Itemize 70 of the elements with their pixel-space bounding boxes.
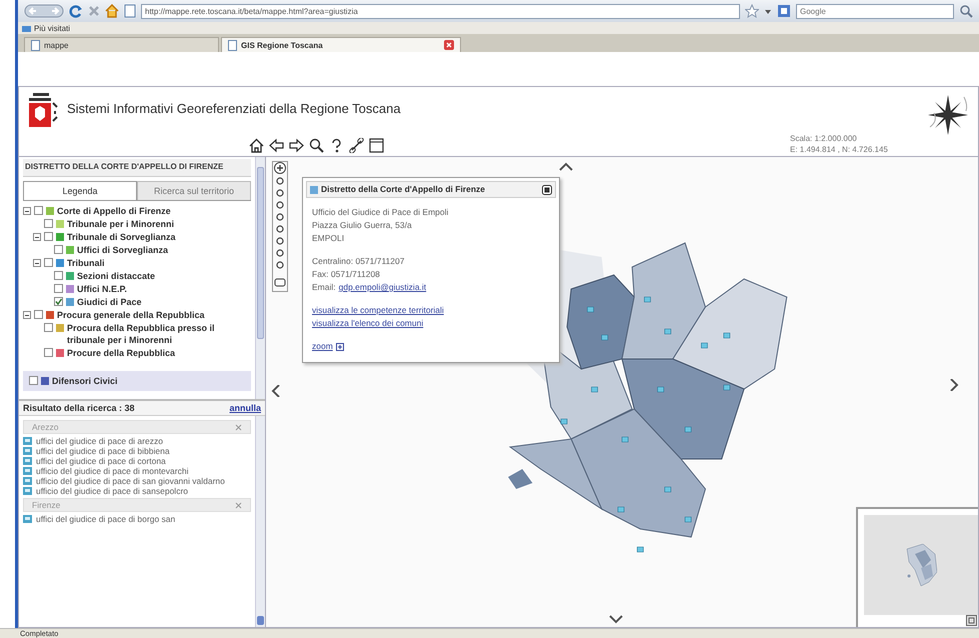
layer-checkbox[interactable]	[54, 297, 63, 306]
layer-checkbox[interactable]	[44, 232, 53, 241]
bookmark-icon	[22, 24, 31, 32]
result-link[interactable]: uffici del giudice di pace di cortona	[36, 456, 166, 466]
layer-checkbox[interactable]	[34, 310, 43, 319]
layer-label: Procura generale della Repubblica	[57, 309, 205, 321]
back-forward-icon[interactable]	[24, 3, 64, 19]
collapse-icon	[235, 502, 242, 508]
cancel-link[interactable]: annulla	[229, 403, 261, 413]
star-icon[interactable]	[745, 4, 759, 18]
layer-row[interactable]: Difensori Civici	[23, 371, 251, 391]
layer-label: Uffici N.E.P.	[77, 283, 127, 295]
app-title: Sistemi Informativi Georeferenziati della Regione Toscana	[67, 100, 402, 116]
page-icon	[124, 4, 136, 18]
layer-checkbox[interactable]	[44, 323, 53, 332]
result-link[interactable]: ufficio del giudice di pace di montevarchi	[36, 466, 188, 476]
layer-checkbox[interactable]	[44, 219, 53, 228]
scrollbar[interactable]	[255, 416, 265, 627]
panel-heading: DISTRETTO DELLA CORTE D'APPELLO DI FIRENZE	[23, 159, 251, 177]
layer-label: Tribunali	[67, 257, 105, 269]
layer-label: Tribunale di Sorveglianza	[67, 231, 176, 243]
result-link[interactable]: uffici del giudice di pace di borgo san	[36, 514, 176, 524]
panel-tab[interactable]: Legenda	[23, 181, 137, 200]
bookmark-link[interactable]: Più visitati	[34, 24, 70, 32]
layer-label: Corte di Appello di Firenze	[57, 205, 171, 217]
dropdown-icon[interactable]	[764, 7, 772, 15]
office-icon	[23, 515, 32, 523]
panel-tab[interactable]: Ricerca sul territorio	[137, 181, 251, 200]
window-icon[interactable]	[369, 138, 384, 153]
layer-checkbox[interactable]	[54, 245, 63, 254]
pan-left-icon[interactable]	[269, 138, 284, 153]
scale-label: Scala: 1:2.000.000	[790, 133, 858, 144]
result-link[interactable]: ufficio del giudice di pace di san giovanni valdarno	[36, 476, 225, 486]
check-icon	[55, 298, 62, 305]
search-icon[interactable]	[309, 138, 324, 153]
page-icon	[31, 40, 40, 50]
coordinates-label: E: 1.494.814 , N: 4.726.145	[790, 144, 889, 155]
layer-checkbox[interactable]	[54, 271, 63, 280]
layer-checkbox[interactable]	[29, 376, 38, 385]
search-field[interactable]: Google	[796, 4, 954, 18]
link-icon[interactable]	[349, 138, 364, 153]
layer-label: Tribunale per i Minorenni	[67, 218, 174, 230]
browser-tab[interactable]: GIS Regione Toscana	[221, 37, 461, 52]
result-link[interactable]: ufficio del giudice di pace di sansepolcro	[36, 486, 188, 496]
expand-toggle[interactable]	[23, 207, 31, 215]
layer-label: Difensori Civici	[52, 375, 118, 387]
home-icon[interactable]	[249, 138, 264, 153]
layer-checkbox[interactable]	[34, 206, 43, 215]
results-title: Risultato della ricerca : 38	[23, 403, 135, 413]
layer-label: Sezioni distaccate	[77, 270, 156, 282]
layer-label: Procura della Repubblica presso il tribunale per i Minorenni	[67, 322, 216, 346]
layer-label: Giudici di Pace	[77, 296, 142, 308]
browser-tab[interactable]: mappe	[24, 37, 219, 52]
collapse-icon	[235, 424, 242, 430]
result-link[interactable]: uffici del giudice di pace di bibbiena	[36, 446, 170, 456]
reload-icon[interactable]	[69, 4, 83, 18]
layer-label: Uffici di Sorveglianza	[77, 244, 168, 256]
pan-right-icon[interactable]	[289, 138, 304, 153]
layer-checkbox[interactable]	[44, 348, 53, 357]
expand-toggle[interactable]	[23, 311, 31, 319]
address-bar[interactable]: http://mappe.rete.toscana.it/beta/mappe.html?area=giustizia	[141, 4, 740, 18]
expand-toggle[interactable]	[33, 259, 41, 267]
layer-label: Procure della Repubblica	[67, 347, 176, 359]
scrollbar[interactable]	[255, 157, 265, 399]
layer-checkbox[interactable]	[54, 284, 63, 293]
search-engine-icon[interactable]	[777, 4, 791, 18]
page-icon	[228, 40, 237, 50]
result-link[interactable]: uffici del giudice di pace di arezzo	[36, 436, 163, 446]
layer-checkbox[interactable]	[44, 258, 53, 267]
expand-toggle[interactable]	[33, 233, 41, 241]
